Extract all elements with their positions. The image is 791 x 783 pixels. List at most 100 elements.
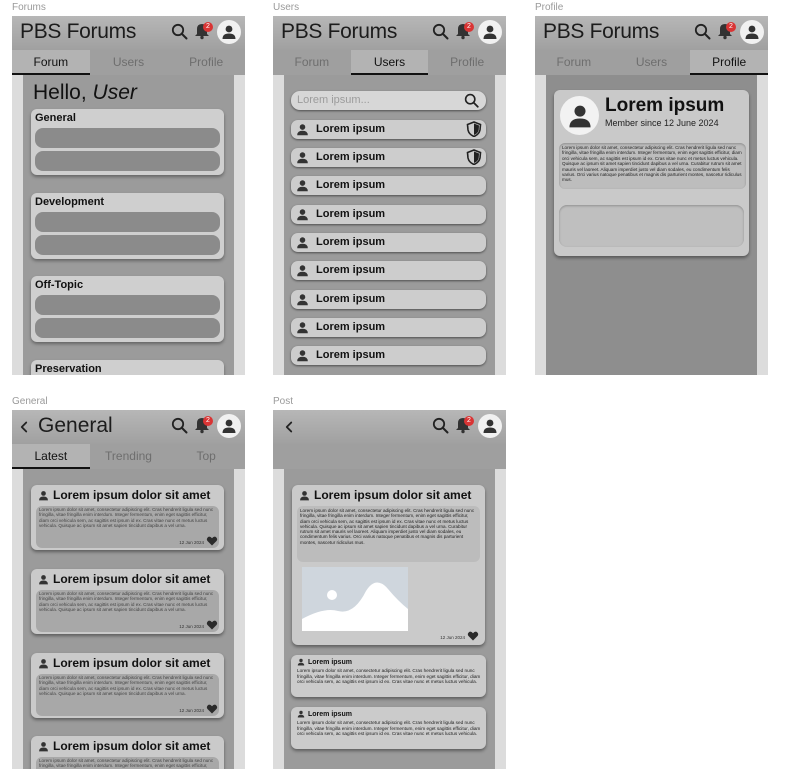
post-date: 12 Jun 2024 xyxy=(179,708,204,713)
user-row[interactable]: Lorem ipsum xyxy=(291,290,486,309)
post-title: Lorem ipsum dolor sit amet xyxy=(53,656,211,670)
app-bar: PBS Forums 2 xyxy=(273,16,506,50)
tab-users[interactable]: Users xyxy=(90,50,168,75)
app-title: PBS Forums xyxy=(281,20,398,43)
heart-icon[interactable] xyxy=(206,535,218,547)
category-card-preservation[interactable]: Preservation xyxy=(31,360,224,375)
user-name: Lorem ipsum xyxy=(316,293,386,305)
tab-trending[interactable]: Trending xyxy=(90,444,168,469)
post-card[interactable]: Lorem ipsum dolor sit amet Lorem ipsum d… xyxy=(31,569,224,634)
user-row[interactable]: Lorem ipsum xyxy=(291,318,486,337)
search-icon[interactable] xyxy=(171,23,189,41)
notifications-button[interactable]: 2 xyxy=(193,21,213,43)
image-placeholder-icon xyxy=(302,582,408,631)
chevron-left-icon[interactable] xyxy=(18,419,30,435)
user-row[interactable]: Lorem ipsum xyxy=(291,261,486,280)
forum-content: Hello, User General Development Off-Topi… xyxy=(23,75,234,375)
user-name: Lorem ipsum xyxy=(316,123,386,135)
tab-users[interactable]: Users xyxy=(613,50,691,75)
notifications-button[interactable]: 2 xyxy=(454,21,474,43)
app-title: PBS Forums xyxy=(543,20,660,43)
tab-profile[interactable]: Profile xyxy=(167,50,245,75)
heart-icon[interactable] xyxy=(206,619,218,631)
avatar[interactable] xyxy=(217,20,241,44)
avatar[interactable] xyxy=(478,20,502,44)
user-name: Lorem ipsum xyxy=(316,321,386,333)
category-thread-slot[interactable] xyxy=(35,295,220,315)
category-thread-slot[interactable] xyxy=(35,212,220,232)
tab-profile[interactable]: Profile xyxy=(690,50,768,75)
shield-icon xyxy=(466,121,482,137)
category-card-general[interactable]: General xyxy=(31,109,224,175)
user-row[interactable]: Lorem ipsum xyxy=(291,148,486,167)
profile-avatar xyxy=(560,96,599,135)
profile-screen: PBS Forums 2 Forum Users Profile Lorem i… xyxy=(535,16,768,375)
person-icon xyxy=(297,124,308,136)
avatar[interactable] xyxy=(217,414,241,438)
search-icon[interactable] xyxy=(464,93,480,109)
category-card-off-topic[interactable]: Off-Topic xyxy=(31,276,224,342)
category-thread-slot[interactable] xyxy=(35,151,220,171)
topic-title: General xyxy=(38,414,113,437)
search-icon[interactable] xyxy=(694,23,712,41)
search-icon[interactable] xyxy=(171,417,189,435)
main-tabs: Forum Users Profile xyxy=(535,50,768,75)
heart-icon[interactable] xyxy=(467,630,479,642)
category-thread-slot[interactable] xyxy=(35,235,220,255)
search-icon[interactable] xyxy=(432,23,450,41)
category-card-development[interactable]: Development xyxy=(31,193,224,259)
notifications-button[interactable]: 2 xyxy=(716,21,736,43)
tab-top[interactable]: Top xyxy=(167,444,245,469)
post-card[interactable]: Lorem ipsum dolor sit amet Lorem ipsum d… xyxy=(31,485,224,550)
user-row[interactable]: Lorem ipsum xyxy=(291,176,486,195)
person-icon xyxy=(297,209,308,221)
user-name: Lorem ipsum xyxy=(316,151,386,163)
general-screen: General 2 Latest Trending Top Lorem ipsu… xyxy=(12,410,245,769)
user-search-field[interactable]: Lorem ipsum... xyxy=(291,91,486,110)
profile-bio: Lorem ipsum dolor sit amet, consectetur … xyxy=(559,143,746,189)
person-icon xyxy=(297,237,308,249)
heart-icon[interactable] xyxy=(206,703,218,715)
notifications-button[interactable]: 2 xyxy=(454,415,474,437)
chevron-left-icon[interactable] xyxy=(283,419,295,435)
user-name: Lorem ipsum xyxy=(316,208,386,220)
category-thread-slot[interactable] xyxy=(35,128,220,148)
person-icon xyxy=(297,710,305,718)
header-strip xyxy=(273,444,506,469)
user-row[interactable]: Lorem ipsum xyxy=(291,233,486,252)
user-row[interactable]: Lorem ipsum xyxy=(291,120,486,139)
tab-latest[interactable]: Latest xyxy=(12,444,90,469)
frame-label-post: Post xyxy=(273,396,294,407)
avatar[interactable] xyxy=(740,20,764,44)
post-body: Lorem ipsum dolor sit amet, consectetur … xyxy=(297,506,480,562)
user-row[interactable]: Lorem ipsum xyxy=(291,205,486,224)
reply-text: Lorem ipsum dolor sit amet, consectetur … xyxy=(297,720,481,736)
reply-card: Lorem ipsum Lorem ipsum dolor sit amet, … xyxy=(291,707,486,749)
tab-forum[interactable]: Forum xyxy=(273,50,351,75)
post-card[interactable]: Lorem ipsum dolor sit amet Lorem ipsum d… xyxy=(31,653,224,718)
category-title: Development xyxy=(35,196,105,208)
post-card[interactable]: Lorem ipsum dolor sit amet Lorem ipsum d… xyxy=(31,736,224,769)
person-icon xyxy=(483,25,497,39)
frame-label-profile: Profile xyxy=(535,2,564,13)
person-icon xyxy=(297,658,305,666)
category-title: Preservation xyxy=(35,363,102,375)
user-row[interactable]: Lorem ipsum xyxy=(291,346,486,365)
tab-users[interactable]: Users xyxy=(350,50,429,75)
tab-profile[interactable]: Profile xyxy=(428,50,506,75)
person-icon xyxy=(297,350,308,362)
member-since: Member since 12 June 2024 xyxy=(605,118,719,128)
shield-icon xyxy=(466,149,482,165)
search-icon[interactable] xyxy=(432,417,450,435)
notification-badge: 2 xyxy=(203,416,213,426)
frame-label-forums: Forums xyxy=(12,2,46,13)
notifications-button[interactable]: 2 xyxy=(193,415,213,437)
tab-forum[interactable]: Forum xyxy=(535,50,613,75)
person-icon xyxy=(297,152,308,164)
profile-content: Lorem ipsum Member since 12 June 2024 Lo… xyxy=(546,75,757,375)
avatar[interactable] xyxy=(478,414,502,438)
category-title: General xyxy=(35,112,76,124)
person-icon xyxy=(222,419,236,433)
category-thread-slot[interactable] xyxy=(35,318,220,338)
tab-forum[interactable]: Forum xyxy=(12,50,90,75)
